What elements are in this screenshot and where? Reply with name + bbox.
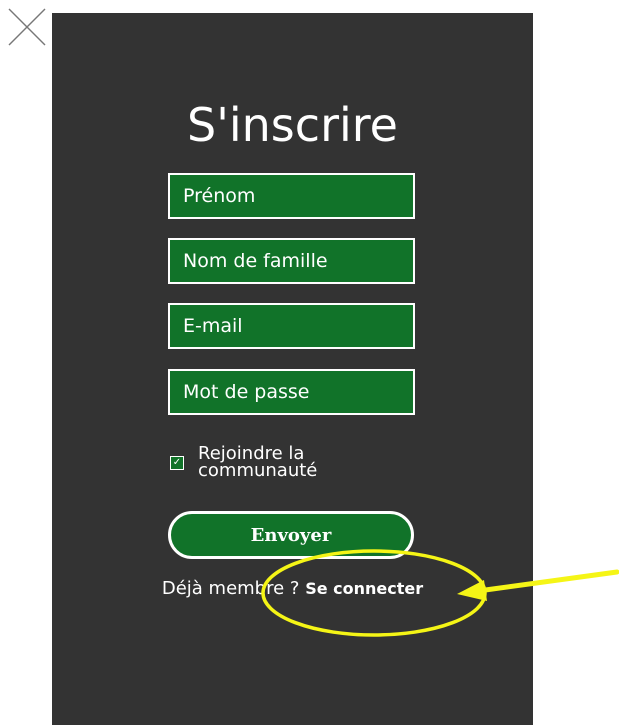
signup-page: S'inscrire ✓ Rejoindre la communauté Env…: [0, 0, 619, 725]
first-name-field-box: [168, 173, 415, 219]
last-name-field-box: [168, 238, 415, 284]
join-community-option: ✓ Rejoindre la communauté: [170, 443, 368, 481]
last-name-input[interactable]: [183, 250, 413, 272]
signup-dialog: S'inscrire ✓ Rejoindre la communauté Env…: [52, 13, 533, 725]
password-field-box: [168, 369, 415, 415]
dialog-title: S'inscrire: [187, 98, 398, 152]
login-prompt-text: Déjà membre ?: [161, 578, 300, 599]
close-button[interactable]: [6, 6, 48, 48]
close-icon: [8, 8, 46, 46]
check-icon: ✓: [172, 457, 182, 468]
login-link[interactable]: Se connecter: [305, 579, 423, 598]
email-input[interactable]: [183, 315, 413, 337]
email-field-box: [168, 303, 415, 349]
join-community-label: Rejoindre la communauté: [198, 443, 318, 481]
password-input[interactable]: [183, 381, 413, 403]
join-community-checkbox[interactable]: ✓: [170, 456, 184, 470]
submit-button[interactable]: Envoyer: [168, 511, 414, 559]
first-name-input[interactable]: [183, 185, 413, 207]
login-prompt-line: Déjà membre ? Se connecter: [52, 578, 533, 600]
